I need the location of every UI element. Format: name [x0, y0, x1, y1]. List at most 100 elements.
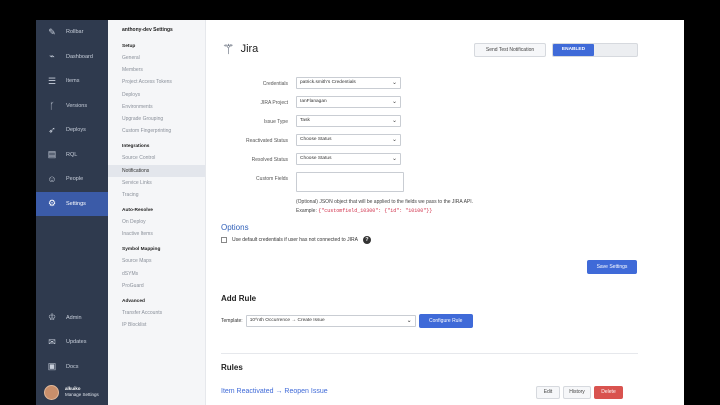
nav-item-label: RQL: [66, 151, 78, 158]
main-nav: ✎ Rollbar ⌁ Dashboard ☰ Items ᚴ Versions ➶ Deploy…: [36, 20, 108, 405]
nav-item-people[interactable]: ☺ People: [36, 167, 108, 192]
settings-item-dsyms[interactable]: dSYMs: [108, 268, 205, 280]
select-value: IanFlanagan: [300, 99, 327, 104]
credentials-select[interactable]: patrick.smith's Credentials ⌄: [296, 77, 401, 89]
nav-item-docs[interactable]: ▣ Docs: [36, 355, 108, 380]
default-credentials-label: Use default credentials if user has not …: [232, 237, 358, 243]
field-label: Resolved Status: [251, 157, 288, 163]
nav-item-items[interactable]: ☰ Items: [36, 69, 108, 94]
default-credentials-option: Use default credentials if user has not …: [221, 236, 371, 244]
nav-item-label: Deploys: [66, 127, 86, 134]
nav-item-dashboard[interactable]: ⌁ Dashboard: [36, 45, 108, 70]
field-row-jira-project: JIRA Project IanFlanagan ⌄: [206, 96, 646, 110]
chevron-down-icon: ⌄: [391, 99, 397, 105]
chevron-down-icon: ⌄: [406, 318, 412, 324]
nav-item-updates[interactable]: ✉ Updates: [36, 330, 108, 355]
chevron-down-icon: ⌄: [391, 137, 397, 143]
field-row-credentials: Credentials patrick.smith's Credentials ⌄: [206, 77, 646, 91]
settings-item-source-control[interactable]: Source Control: [108, 152, 205, 164]
settings-item-custom-fingerprinting[interactable]: Custom Fingerprinting: [108, 125, 205, 137]
send-test-notification-button[interactable]: Send Test Notification: [474, 43, 546, 57]
integration-header: ⚚ Jira: [222, 42, 258, 56]
template-select[interactable]: 10^nth Occurrence → Create Issue ⌄: [245, 315, 416, 327]
default-credentials-checkbox[interactable]: [221, 237, 227, 243]
settings-group-heading: Integrations: [122, 144, 150, 150]
help-question-icon[interactable]: ?: [362, 236, 371, 244]
page-title: Jira: [240, 43, 259, 55]
settings-item-transfer-accounts[interactable]: Transfer Accounts: [108, 307, 205, 319]
people-icon: ☺: [47, 174, 57, 185]
updates-megaphone-icon: ✉: [48, 336, 56, 347]
field-label: JIRA Project: [260, 100, 288, 106]
user-subtitle: Manage Settings: [65, 392, 99, 397]
nav-item-label: Admin: [66, 314, 82, 321]
settings-item-upgrade-grouping[interactable]: Upgrade Grouping: [108, 113, 205, 125]
avatar: [44, 384, 59, 400]
settings-item-deploys[interactable]: Deploys: [108, 89, 205, 101]
nav-item-label: Settings: [66, 200, 86, 207]
settings-item-members[interactable]: Members: [108, 64, 205, 76]
template-value: 10^nth Occurrence → Create Issue: [249, 318, 325, 323]
settings-item-environments[interactable]: Environments: [108, 101, 205, 113]
settings-sidebar: anthony-dev Settings Setup General Members…: [108, 20, 206, 405]
main-content: ⚚ Jira Send Test Notification ENABLED Cr…: [206, 20, 684, 405]
app-window: ✎ Rollbar ⌁ Dashboard ☰ Items ᚴ Versions ➶ Deploy…: [36, 20, 684, 405]
field-label: Reactivated Status: [246, 138, 288, 144]
field-row-issue-type: Issue Type Task ⌄: [206, 115, 646, 129]
user-menu[interactable]: alkuiko Manage Settings: [36, 379, 108, 405]
nav-item-admin[interactable]: ♔ Admin: [36, 306, 108, 331]
enabled-toggle-label: ENABLED: [553, 44, 594, 56]
custom-fields-textarea[interactable]: [296, 172, 404, 192]
nav-item-rollbar[interactable]: ✎ Rollbar: [36, 20, 108, 45]
settings-item-service-links[interactable]: Service Links: [108, 177, 205, 189]
example-label: Example:: [296, 208, 317, 214]
custom-fields-label: Custom Fields: [256, 176, 288, 182]
settings-item-project-access-tokens[interactable]: Project Access Tokens: [108, 76, 205, 88]
configure-rule-button[interactable]: Configure Rule: [418, 314, 473, 328]
select-value: Choose Status: [300, 156, 332, 161]
save-settings-button[interactable]: Save Settings: [587, 260, 637, 274]
rule-delete-button[interactable]: Delete: [594, 386, 623, 399]
settings-group-heading: Symbol Mapping: [122, 247, 161, 253]
rule-name-link[interactable]: Item Reactivated → Reopen Issue: [221, 388, 328, 395]
items-list-icon: ☰: [47, 75, 57, 86]
field-row-reactivated-status: Reactivated Status Choose Status ⌄: [206, 134, 646, 148]
field-label: Issue Type: [263, 119, 288, 125]
nav-item-rql[interactable]: ▤ RQL: [36, 143, 108, 168]
settings-item-on-deploy[interactable]: On Deploy: [108, 216, 205, 228]
nav-item-settings[interactable]: ⚙ Settings: [36, 191, 108, 216]
enabled-toggle[interactable]: ENABLED: [552, 43, 638, 57]
rollbar-logo-icon: ✎: [48, 26, 56, 37]
jira-project-select[interactable]: IanFlanagan ⌄: [296, 96, 401, 108]
nav-item-label: Updates: [66, 339, 87, 346]
settings-item-notifications[interactable]: Notifications: [108, 164, 205, 177]
deploys-rocket-icon: ➶: [48, 124, 56, 135]
nav-item-deploys[interactable]: ➶ Deploys: [36, 118, 108, 143]
example-code: {"customfield_10300": {"id": "10100"}}: [318, 208, 433, 214]
nav-item-label: Rollbar: [66, 29, 84, 36]
settings-item-source-maps[interactable]: Source Maps: [108, 255, 205, 267]
settings-item-proguard[interactable]: ProGuard: [108, 280, 205, 292]
add-rule-row: Template: 10^nth Occurrence → Create Iss…: [221, 314, 473, 328]
rule-edit-button[interactable]: Edit: [536, 386, 560, 399]
nav-item-versions[interactable]: ᚴ Versions: [36, 94, 108, 119]
custom-fields-help: (Optional) JSON object that will be appl…: [296, 198, 473, 216]
options-heading: Options: [221, 223, 249, 232]
reactivated-status-select[interactable]: Choose Status ⌄: [296, 134, 401, 146]
settings-item-general[interactable]: General: [108, 52, 205, 64]
dashboard-chart-icon: ⌁: [49, 51, 55, 62]
add-rule-heading: Add Rule: [221, 294, 257, 303]
rule-history-button[interactable]: History: [563, 386, 591, 399]
settings-group-heading: Advanced: [122, 299, 145, 304]
settings-item-inactive-items[interactable]: Inactive Items: [108, 228, 205, 240]
nav-item-label: Versions: [66, 102, 88, 109]
resolved-status-select[interactable]: Choose Status ⌄: [296, 153, 401, 165]
custom-fields-row: Custom Fields: [206, 172, 646, 192]
select-value: Choose Status: [300, 137, 332, 142]
nav-item-label: Dashboard: [66, 53, 93, 60]
issue-type-select[interactable]: Task ⌄: [296, 115, 401, 127]
settings-item-ip-blocklist[interactable]: IP Blocklist: [108, 319, 205, 331]
field-row-resolved-status: Resolved Status Choose Status ⌄: [206, 153, 646, 167]
chevron-down-icon: ⌄: [391, 80, 397, 86]
settings-item-tracing[interactable]: Tracing: [108, 189, 205, 201]
